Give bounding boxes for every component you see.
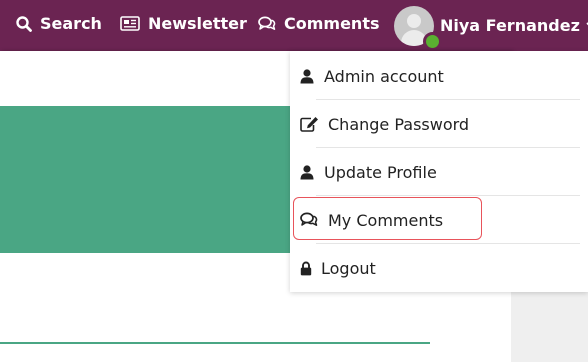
- hero-banner: [0, 106, 300, 253]
- nav-search-label: Search: [40, 14, 102, 33]
- menu-item-logout[interactable]: Logout: [290, 244, 588, 292]
- menu-item-label: Logout: [321, 258, 376, 278]
- user-icon: [300, 68, 314, 84]
- menu-item-label: Admin account: [324, 66, 444, 86]
- nav-comments-label: Comments: [284, 14, 380, 33]
- menu-item-label: Update Profile: [324, 162, 437, 182]
- menu-item-change-password[interactable]: Change Password: [290, 100, 588, 148]
- edit-icon: [300, 116, 319, 132]
- comments-icon: [258, 16, 276, 32]
- user-dropdown-menu: Admin account Change Password Update Pro…: [290, 51, 588, 292]
- nav-newsletter-label: Newsletter: [148, 14, 247, 33]
- search-icon: [16, 15, 32, 32]
- highlight-box-my-comments: [293, 197, 482, 240]
- menu-item-update-profile[interactable]: Update Profile: [290, 148, 588, 196]
- newspaper-icon: [120, 16, 140, 31]
- user-name: Niya Fernandez: [440, 16, 580, 35]
- menu-item-admin-account[interactable]: Admin account: [290, 52, 588, 100]
- online-status-indicator: [423, 32, 442, 51]
- side-background: [511, 292, 588, 362]
- nav-newsletter-link[interactable]: Newsletter: [120, 14, 247, 33]
- divider-line: [0, 342, 430, 344]
- lock-icon: [300, 261, 312, 276]
- nav-search-link[interactable]: Search: [16, 14, 102, 33]
- menu-item-label: Change Password: [328, 114, 470, 134]
- nav-comments-link[interactable]: Comments: [258, 14, 380, 33]
- user-icon: [300, 164, 314, 180]
